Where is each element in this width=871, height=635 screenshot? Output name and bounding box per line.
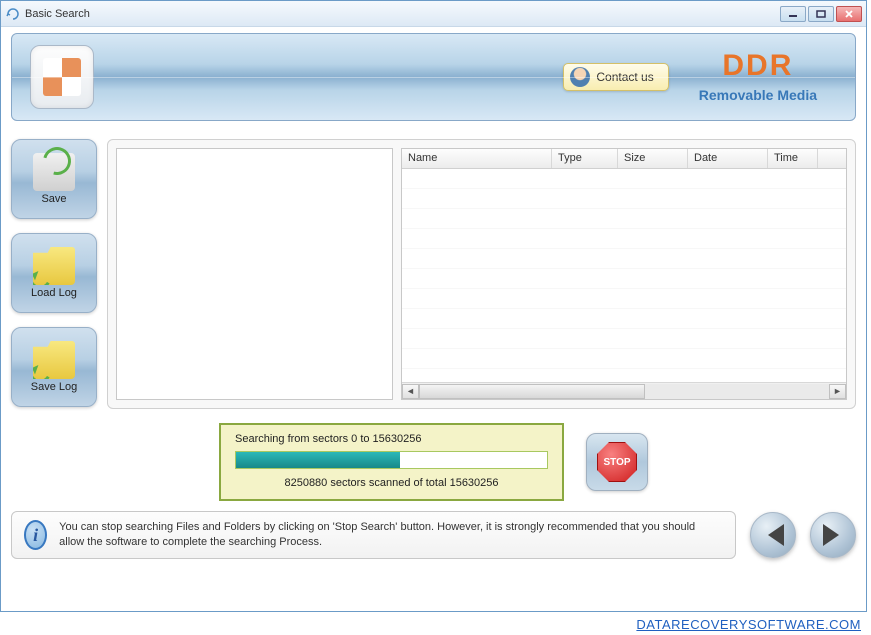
progress-range-text: Searching from sectors 0 to 15630256 bbox=[235, 433, 548, 445]
minimize-button[interactable] bbox=[780, 6, 806, 22]
progress-box: Searching from sectors 0 to 15630256 825… bbox=[219, 423, 564, 501]
stop-label: STOP bbox=[603, 457, 630, 468]
folder-load-icon bbox=[33, 247, 75, 285]
column-header[interactable]: Size bbox=[618, 149, 688, 168]
arrow-right-icon bbox=[823, 524, 850, 546]
sidebar: Save Load Log Save Log bbox=[11, 139, 97, 409]
brand-block: DDR Removable Media bbox=[699, 51, 817, 103]
contact-label: Contact us bbox=[596, 70, 653, 84]
save-log-button[interactable]: Save Log bbox=[11, 327, 97, 407]
logo-box bbox=[30, 45, 94, 109]
folder-tree-panel[interactable] bbox=[116, 148, 393, 400]
scroll-thumb[interactable] bbox=[419, 384, 645, 399]
back-button[interactable] bbox=[750, 512, 796, 558]
footer-link[interactable]: DATARECOVERYSOFTWARE.COM bbox=[636, 617, 861, 632]
scroll-track[interactable] bbox=[419, 384, 829, 399]
file-table-panel: NameTypeSizeDateTime ◄ ► bbox=[401, 148, 847, 400]
load-log-label: Load Log bbox=[31, 287, 77, 299]
scroll-right-button[interactable]: ► bbox=[829, 384, 846, 399]
info-text: You can stop searching Files and Folders… bbox=[59, 520, 723, 550]
table-body[interactable] bbox=[402, 169, 846, 382]
app-window: Basic Search Contact us DDR Removable Me… bbox=[0, 0, 867, 612]
table-header: NameTypeSizeDateTime bbox=[402, 149, 846, 169]
column-header[interactable]: Name bbox=[402, 149, 552, 168]
folder-save-icon bbox=[33, 341, 75, 379]
scroll-left-button[interactable]: ◄ bbox=[402, 384, 419, 399]
column-header[interactable]: Type bbox=[552, 149, 618, 168]
column-header[interactable]: Date bbox=[688, 149, 768, 168]
save-label: Save bbox=[41, 193, 66, 205]
next-button[interactable] bbox=[810, 512, 856, 558]
person-icon bbox=[570, 67, 590, 87]
arrow-left-icon bbox=[757, 524, 784, 546]
brand-subtitle: Removable Media bbox=[699, 87, 817, 103]
info-row: You can stop searching Files and Folders… bbox=[11, 511, 856, 559]
save-button[interactable]: Save bbox=[11, 139, 97, 219]
progress-bar bbox=[235, 451, 548, 469]
main-area: Save Load Log Save Log NameTypeSizeDateT… bbox=[11, 139, 856, 409]
horizontal-scrollbar[interactable]: ◄ ► bbox=[402, 382, 846, 399]
window-title: Basic Search bbox=[25, 8, 780, 20]
column-header[interactable]: Time bbox=[768, 149, 818, 168]
save-log-label: Save Log bbox=[31, 381, 77, 393]
maximize-button[interactable] bbox=[808, 6, 834, 22]
titlebar: Basic Search bbox=[1, 1, 866, 27]
brand-title: DDR bbox=[699, 51, 817, 81]
close-button[interactable] bbox=[836, 6, 862, 22]
progress-row: Searching from sectors 0 to 15630256 825… bbox=[11, 423, 856, 501]
logo-icon bbox=[43, 58, 81, 96]
info-icon bbox=[24, 520, 47, 550]
info-box: You can stop searching Files and Folders… bbox=[11, 511, 736, 559]
content-area: Contact us DDR Removable Media Save Load… bbox=[1, 27, 866, 569]
contact-us-button[interactable]: Contact us bbox=[563, 63, 668, 91]
results-panels: NameTypeSizeDateTime ◄ ► bbox=[107, 139, 856, 409]
app-icon bbox=[5, 6, 21, 22]
stop-button[interactable]: STOP bbox=[586, 433, 648, 491]
progress-status-text: 8250880 sectors scanned of total 1563025… bbox=[235, 477, 548, 489]
stop-sign-icon: STOP bbox=[597, 442, 637, 482]
load-log-button[interactable]: Load Log bbox=[11, 233, 97, 313]
progress-fill bbox=[236, 452, 400, 468]
window-controls bbox=[780, 6, 862, 22]
header-banner: Contact us DDR Removable Media bbox=[11, 33, 856, 121]
save-drive-icon bbox=[33, 153, 75, 191]
